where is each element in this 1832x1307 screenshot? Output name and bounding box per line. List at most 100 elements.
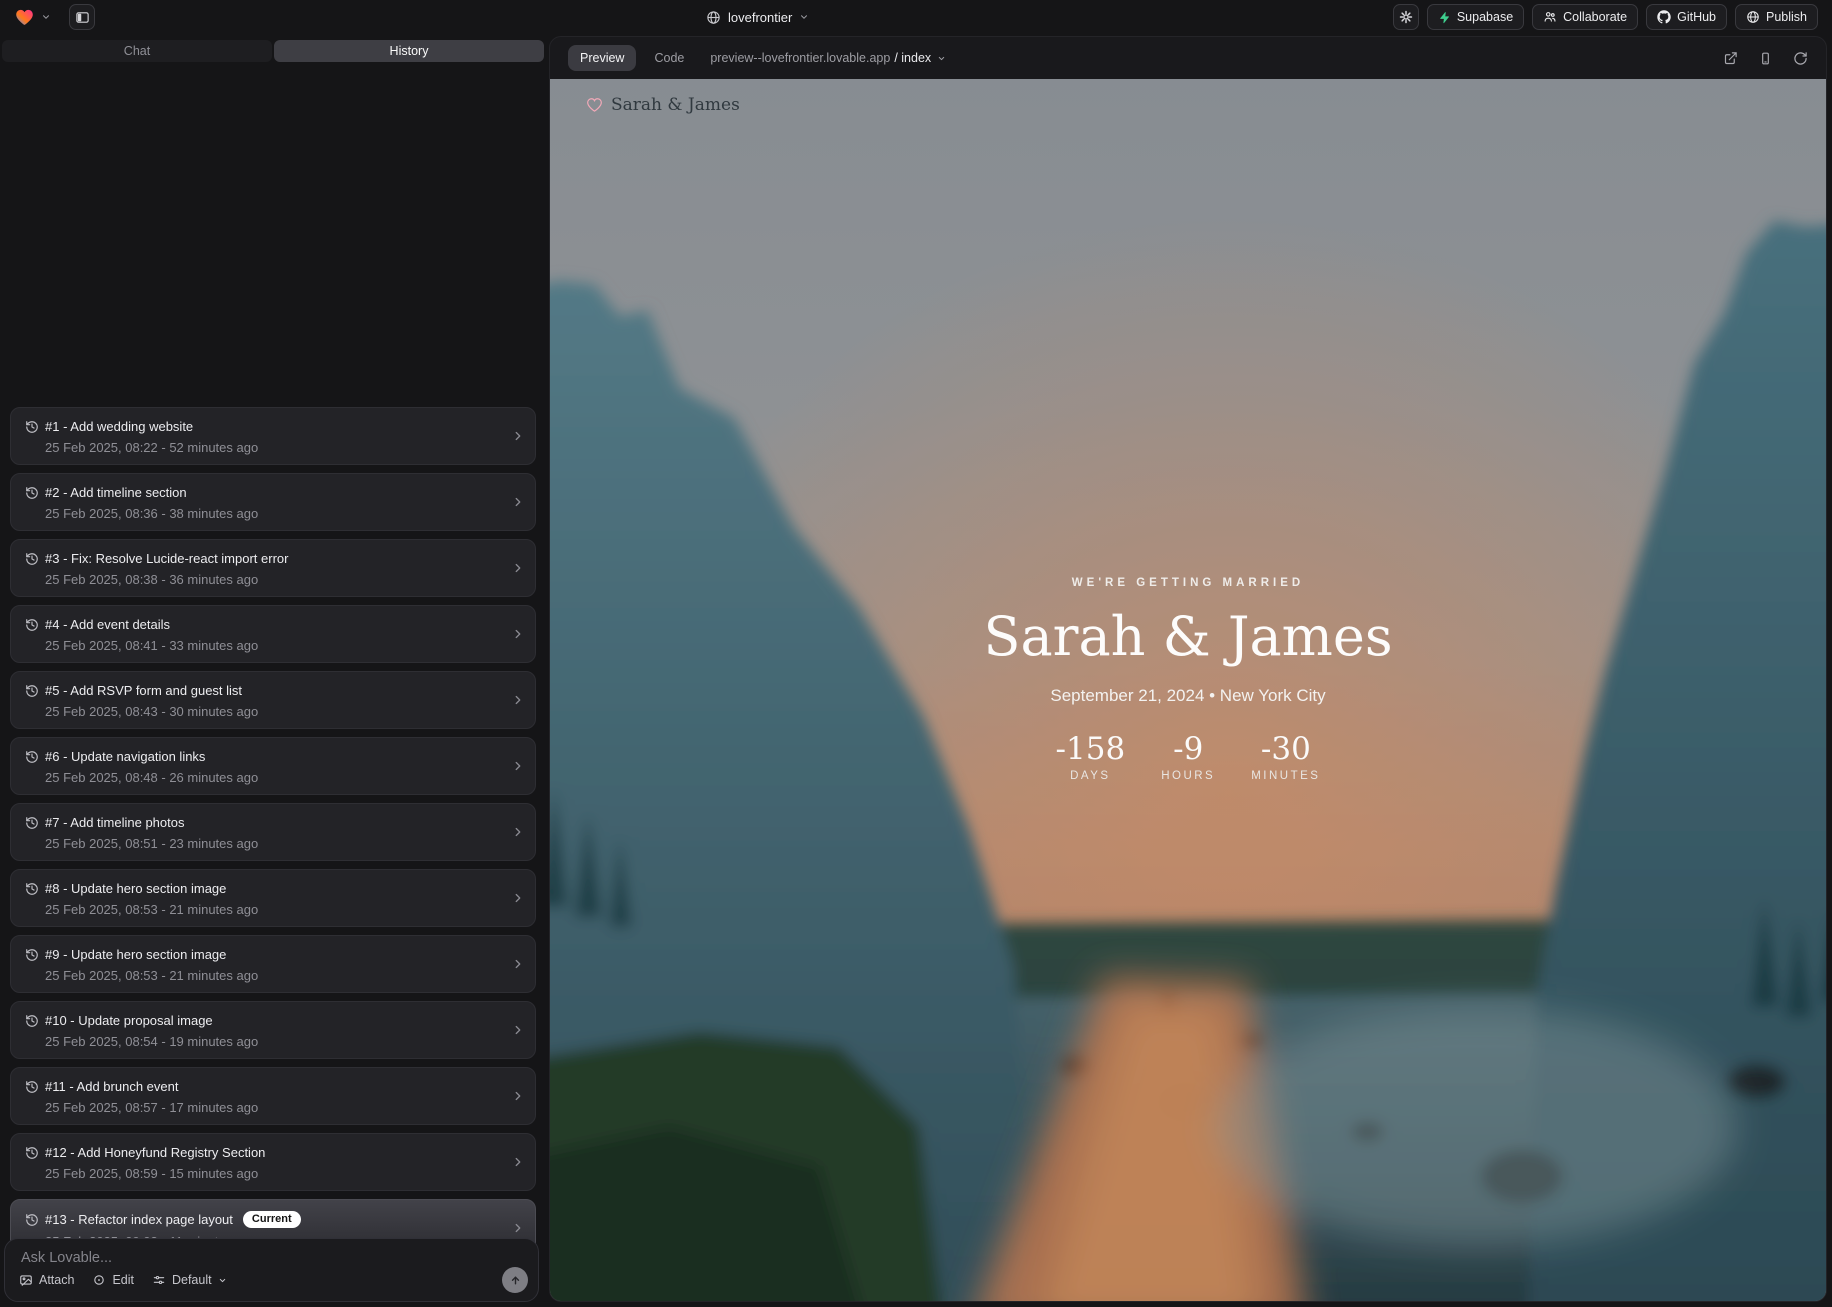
history-item[interactable]: #11 - Add brunch event 25 Feb 2025, 08:5…: [10, 1067, 536, 1125]
preview-panel: Preview Code preview--lovefrontier.lovab…: [549, 36, 1827, 1302]
history-item-title: #7 - Add timeline photos: [45, 815, 184, 830]
history-restore-icon: [25, 420, 39, 434]
countdown-column: -9 HOURS: [1161, 734, 1215, 782]
history-item[interactable]: #12 - Add Honeyfund Registry Section 25 …: [10, 1133, 536, 1191]
hero-title: Sarah & James: [550, 605, 1826, 668]
countdown-value: -30: [1251, 734, 1320, 765]
edit-label: Edit: [112, 1273, 134, 1287]
countdown-column: -30 MINUTES: [1251, 734, 1320, 782]
sidebar-toggle-button[interactable]: [69, 4, 95, 30]
countdown: -158 DAYS -9 HOURS -30 MINUTES: [550, 734, 1826, 782]
lovable-logo-icon[interactable]: [14, 8, 35, 27]
history-item-title: #1 - Add wedding website: [45, 419, 193, 434]
attach-button[interactable]: Attach: [19, 1273, 74, 1287]
github-label: GitHub: [1677, 10, 1716, 24]
history-item-title: #9 - Update hero section image: [45, 947, 226, 962]
history-item[interactable]: #4 - Add event details 25 Feb 2025, 08:4…: [10, 605, 536, 663]
mobile-view-icon[interactable]: [1758, 51, 1773, 66]
panel-left-icon: [75, 10, 90, 25]
settings-button[interactable]: [1393, 4, 1419, 30]
chevron-right-icon: [511, 693, 525, 707]
history-item-title: #5 - Add RSVP form and guest list: [45, 683, 242, 698]
history-item[interactable]: #5 - Add RSVP form and guest list 25 Feb…: [10, 671, 536, 729]
supabase-label: Supabase: [1457, 10, 1513, 24]
history-restore-icon: [25, 816, 39, 830]
countdown-column: -158 DAYS: [1056, 734, 1126, 782]
collaborate-button[interactable]: Collaborate: [1532, 4, 1638, 30]
preview-url[interactable]: preview--lovefrontier.lovable.app / inde…: [710, 51, 946, 65]
project-selector[interactable]: lovefrontier: [706, 0, 809, 34]
history-item-title: #6 - Update navigation links: [45, 749, 205, 764]
history-item[interactable]: #8 - Update hero section image 25 Feb 20…: [10, 869, 536, 927]
image-icon: [19, 1273, 33, 1287]
history-restore-icon: [25, 1213, 39, 1227]
select-element-icon: [92, 1273, 106, 1287]
mode-label: Default: [172, 1273, 212, 1287]
mode-selector[interactable]: Default: [152, 1273, 227, 1287]
history-restore-icon: [25, 882, 39, 896]
topbar: lovefrontier Supabase: [0, 0, 1832, 34]
supabase-icon: [1438, 11, 1451, 24]
history-item-timestamp: 25 Feb 2025, 08:38 - 36 minutes ago: [45, 572, 505, 587]
history-restore-icon: [25, 948, 39, 962]
history-item[interactable]: #3 - Fix: Resolve Lucide-react import er…: [10, 539, 536, 597]
history-item[interactable]: #10 - Update proposal image 25 Feb 2025,…: [10, 1001, 536, 1059]
github-button[interactable]: GitHub: [1646, 4, 1727, 30]
history-item-title: #11 - Add brunch event: [45, 1079, 178, 1094]
history-item-title: #10 - Update proposal image: [45, 1013, 213, 1028]
history-list: #1 - Add wedding website 25 Feb 2025, 08…: [10, 407, 536, 1265]
chevron-right-icon: [511, 495, 525, 509]
history-item-timestamp: 25 Feb 2025, 08:54 - 19 minutes ago: [45, 1034, 505, 1049]
history-item-title: #13 - Refactor index page layout: [45, 1212, 233, 1227]
refresh-icon[interactable]: [1793, 51, 1808, 66]
history-item-timestamp: 25 Feb 2025, 08:57 - 17 minutes ago: [45, 1100, 505, 1115]
history-item-title: #3 - Fix: Resolve Lucide-react import er…: [45, 551, 288, 566]
history-item-title: #2 - Add timeline section: [45, 485, 187, 500]
history-item-timestamp: 25 Feb 2025, 08:51 - 23 minutes ago: [45, 836, 505, 851]
history-item[interactable]: #7 - Add timeline photos 25 Feb 2025, 08…: [10, 803, 536, 861]
tab-chat[interactable]: Chat: [2, 40, 272, 62]
hero-section: WE'RE GETTING MARRIED Sarah & James Sept…: [550, 577, 1826, 782]
history-item[interactable]: #6 - Update navigation links 25 Feb 2025…: [10, 737, 536, 795]
edit-button[interactable]: Edit: [92, 1273, 134, 1287]
supabase-button[interactable]: Supabase: [1427, 4, 1524, 30]
countdown-label: HOURS: [1161, 770, 1215, 782]
gear-icon: [1398, 9, 1414, 25]
sidebar: Chat History #1 - Add wedding website 25…: [0, 34, 546, 1307]
chevron-right-icon: [511, 561, 525, 575]
tab-history[interactable]: History: [274, 40, 544, 62]
history-item-timestamp: 25 Feb 2025, 08:36 - 38 minutes ago: [45, 506, 505, 521]
tab-preview[interactable]: Preview: [568, 45, 636, 71]
open-external-icon[interactable]: [1723, 51, 1738, 66]
chevron-right-icon: [511, 825, 525, 839]
countdown-value: -158: [1056, 734, 1126, 765]
chevron-right-icon: [511, 891, 525, 905]
publish-button[interactable]: Publish: [1735, 4, 1818, 30]
url-path: / index: [894, 51, 931, 65]
chat-composer: Attach Edit Default: [4, 1238, 539, 1302]
chevron-right-icon: [511, 1155, 525, 1169]
chevron-down-icon[interactable]: [41, 12, 51, 22]
history-item[interactable]: #1 - Add wedding website 25 Feb 2025, 08…: [10, 407, 536, 465]
site-brand[interactable]: Sarah & James: [586, 95, 740, 115]
history-item-timestamp: 25 Feb 2025, 08:43 - 30 minutes ago: [45, 704, 505, 719]
chevron-right-icon: [511, 1221, 525, 1235]
history-restore-icon: [25, 552, 39, 566]
arrow-up-icon: [509, 1274, 522, 1287]
publish-globe-icon: [1746, 10, 1760, 24]
history-item[interactable]: #9 - Update hero section image 25 Feb 20…: [10, 935, 536, 993]
hero-date-location: September 21, 2024 • New York City: [550, 686, 1826, 706]
send-button[interactable]: [502, 1267, 528, 1293]
url-host: preview--lovefrontier.lovable.app: [710, 51, 890, 65]
chevron-right-icon: [511, 1089, 525, 1103]
tab-code[interactable]: Code: [654, 51, 684, 65]
history-restore-icon: [25, 750, 39, 764]
history-restore-icon: [25, 684, 39, 698]
users-icon: [1543, 10, 1557, 24]
collaborate-label: Collaborate: [1563, 10, 1627, 24]
lovable-app: lovefrontier Supabase: [0, 0, 1832, 1307]
ask-lovable-input[interactable]: [19, 1249, 374, 1267]
heart-icon: [586, 97, 603, 113]
history-item[interactable]: #2 - Add timeline section 25 Feb 2025, 0…: [10, 473, 536, 531]
preview-toolbar: Preview Code preview--lovefrontier.lovab…: [550, 37, 1826, 79]
